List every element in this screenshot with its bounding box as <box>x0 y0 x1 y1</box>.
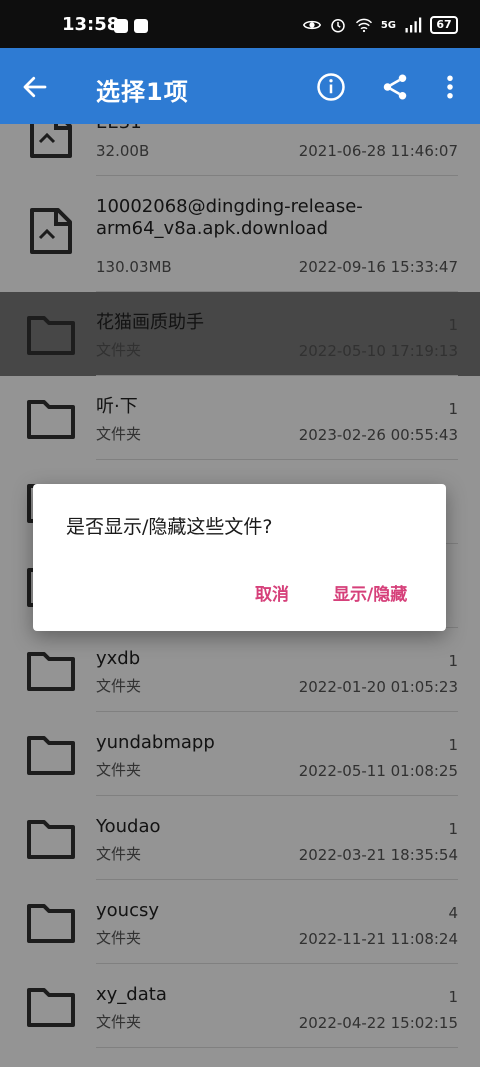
more-options-icon[interactable] <box>440 72 460 102</box>
network-type: 5G <box>380 19 396 31</box>
info-icon[interactable] <box>316 72 346 102</box>
notification-icon <box>134 19 148 33</box>
status-icons: 5G 67 <box>302 14 458 36</box>
wifi-icon <box>355 18 372 33</box>
status-bar: 13:58 5G 67 <box>0 0 480 48</box>
status-time: 13:58 <box>62 14 120 35</box>
dialog-message: 是否显示/隐藏这些文件? <box>66 516 273 538</box>
notification-icon <box>114 19 128 33</box>
share-icon[interactable] <box>380 72 410 102</box>
battery-icon: 67 <box>430 16 458 34</box>
back-arrow-icon[interactable] <box>20 72 50 102</box>
alarm-icon <box>331 19 345 33</box>
cell-signal-icon <box>405 17 422 33</box>
app-bar: 选择1项 <box>0 48 480 124</box>
eye-icon <box>302 20 321 30</box>
cancel-button[interactable]: 取消 <box>255 580 289 605</box>
show-hide-button[interactable]: 显示/隐藏 <box>333 580 407 605</box>
show-hide-dialog: 是否显示/隐藏这些文件? 取消 显示/隐藏 <box>33 484 446 631</box>
selection-title: 选择1项 <box>96 78 189 106</box>
